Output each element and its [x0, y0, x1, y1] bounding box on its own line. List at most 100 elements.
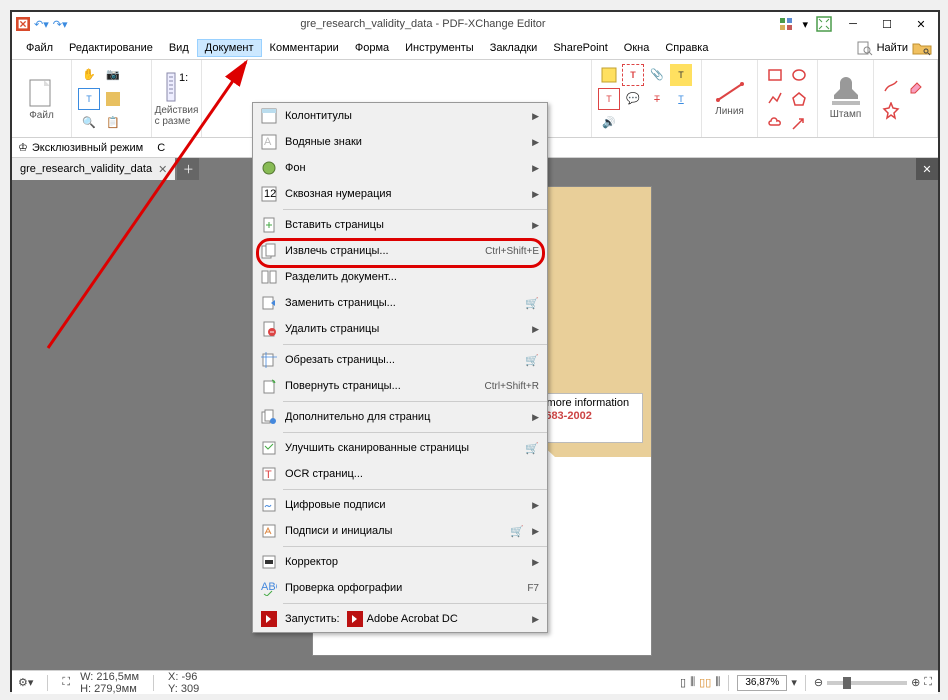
menu-tools[interactable]: Инструменты — [397, 39, 482, 57]
pencil-tool-icon[interactable] — [880, 76, 902, 98]
menu-help[interactable]: Справка — [657, 39, 716, 57]
menu-bookmarks[interactable]: Закладки — [482, 39, 546, 57]
menu-form[interactable]: Форма — [347, 39, 397, 57]
submenu-arrow-icon: ▶ — [532, 557, 539, 568]
menu-windows[interactable]: Окна — [616, 39, 658, 57]
zoom-in-icon[interactable]: ⊕ — [911, 676, 920, 689]
redo-button[interactable]: ↷▾ — [53, 18, 68, 31]
callout-icon[interactable]: 💬 — [622, 88, 644, 110]
menu-item-insert-pages-icon[interactable]: Вставить страницы▶ — [253, 212, 547, 238]
menu-item-replace-pages-icon[interactable]: Заменить страницы...🛒 — [253, 290, 547, 316]
crop-pages-icon — [261, 352, 277, 368]
layout-facing-cont-icon[interactable]: ⫼ — [715, 676, 720, 689]
exclusive-label[interactable]: Эксклюзивный режим — [32, 142, 143, 154]
options-icon[interactable]: ⚙▾ — [18, 676, 33, 689]
textbox-icon[interactable]: T — [598, 88, 620, 110]
window-title: gre_research_validity_data - PDF-XChange… — [68, 18, 779, 30]
menu-item-redact-icon[interactable]: Корректор▶ — [253, 549, 547, 575]
arrow-tool-icon[interactable] — [788, 112, 810, 134]
find-label[interactable]: Найти — [877, 42, 908, 54]
menu-item-signature-icon[interactable]: Цифровые подписи▶ — [253, 492, 547, 518]
menu-item-spell-icon[interactable]: ABCПроверка орфографииF7 — [253, 575, 547, 601]
typewriter-icon[interactable]: T — [622, 64, 644, 86]
close-button[interactable]: ✕ — [908, 14, 934, 34]
underline-icon[interactable]: T — [670, 88, 692, 110]
app-icon — [16, 17, 30, 31]
sticky-note-icon[interactable] — [598, 64, 620, 86]
menu-item-initials-icon[interactable]: Подписи и инициалы🛒▶ — [253, 518, 547, 544]
folder-search-icon[interactable] — [912, 40, 932, 56]
menu-item-background-icon[interactable]: Фон▶ — [253, 155, 547, 181]
stamp-tool-icon[interactable] — [830, 77, 862, 107]
menu-item-crop-pages-icon[interactable]: Обрезать страницы...🛒 — [253, 347, 547, 373]
highlight-text-icon[interactable]: T — [670, 64, 692, 86]
menu-item-more-pages-icon[interactable]: Дополнительно для страниц▶ — [253, 404, 547, 430]
menu-sharepoint[interactable]: SharePoint — [545, 39, 615, 57]
zoom-input[interactable] — [737, 675, 787, 691]
menu-item-split-icon[interactable]: Разделить документ... — [253, 264, 547, 290]
zoom-tool-icon[interactable]: 🔍 — [78, 112, 100, 134]
menu-item-label: Колонтитулы — [285, 110, 524, 122]
status-x: X: -96 — [168, 671, 199, 683]
statusbar: ⚙▾ ⛶ W: 216,5мм H: 279,9мм X: -96 Y: 309… — [12, 670, 938, 694]
menu-item-rotate-pages-icon[interactable]: Повернуть страницы...Ctrl+Shift+R — [253, 373, 547, 399]
maximize-button[interactable]: ☐ — [874, 14, 900, 34]
cart-icon: 🛒 — [525, 297, 539, 310]
menu-item-bates-icon[interactable]: 12Сквозная нумерация▶ — [253, 181, 547, 207]
tb-actions-label: Действия с разме — [155, 105, 199, 127]
oval-tool-icon[interactable] — [788, 64, 810, 86]
hand-tool-icon[interactable]: ✋ — [78, 64, 100, 86]
tabs-close-all[interactable]: ✕ — [916, 158, 938, 180]
menu-comments[interactable]: Комментарии — [262, 39, 347, 57]
fullscreen-icon[interactable] — [816, 16, 832, 32]
menu-item-delete-pages-icon[interactable]: Удалить страницы▶ — [253, 316, 547, 342]
cloud-tool-icon[interactable] — [764, 112, 786, 134]
new-tab-button[interactable]: ＋ — [177, 158, 199, 180]
undo-button[interactable]: ↶▾ — [34, 18, 49, 31]
zoom-slider[interactable] — [827, 681, 907, 685]
polygon-tool-icon[interactable] — [788, 88, 810, 110]
menu-item-enhance-icon[interactable]: Улучшить сканированные страницы🛒 — [253, 435, 547, 461]
tool-icon[interactable] — [102, 88, 124, 110]
menu-document[interactable]: Документ — [197, 39, 262, 57]
ruler-icon[interactable]: 1: — [165, 71, 189, 103]
menu-item-acrobat-icon[interactable]: Запустить: Adobe Acrobat DC▶ — [253, 606, 547, 632]
strike-icon[interactable]: T — [646, 88, 668, 110]
menu-item-ocr-icon[interactable]: TOCR страниц... — [253, 461, 547, 487]
status-width: W: 216,5мм — [80, 671, 139, 683]
layout-single-icon[interactable]: ▯ — [680, 676, 686, 689]
layout-facing-icon[interactable]: ▯▯ — [699, 676, 711, 689]
tb-stamp-label: Штамп — [830, 109, 861, 120]
star-tool-icon[interactable] — [880, 100, 902, 122]
ui-options-icon[interactable] — [778, 16, 794, 32]
menu-item-label: Разделить документ... — [285, 271, 539, 283]
sound-icon[interactable]: 🔊 — [598, 112, 620, 134]
line-tool-icon[interactable] — [714, 80, 746, 104]
menu-item-header-icon[interactable]: Колонтитулы▶ — [253, 103, 547, 129]
menu-view[interactable]: Вид — [161, 39, 197, 57]
layout-continuous-icon[interactable]: ⫼ — [690, 676, 695, 689]
menu-item-watermark-icon[interactable]: AВодяные знаки▶ — [253, 129, 547, 155]
menu-file[interactable]: Файл — [18, 39, 61, 57]
document-tab[interactable]: gre_research_validity_data ✕ — [12, 158, 175, 180]
menu-item-label: OCR страниц... — [285, 468, 539, 480]
tab-close-icon[interactable]: ✕ — [158, 163, 167, 176]
zoom-out-icon[interactable]: ⊖ — [814, 676, 823, 689]
select-text-icon[interactable]: T — [78, 88, 100, 110]
clipboard-icon[interactable]: 📋 — [102, 112, 124, 134]
fit-page-icon[interactable]: ⛶ — [924, 676, 932, 689]
eraser-tool-icon[interactable] — [904, 76, 926, 98]
find-icon[interactable] — [857, 40, 873, 56]
view-mode-label[interactable]: С — [157, 142, 165, 154]
polyline-tool-icon[interactable] — [764, 88, 786, 110]
more-pages-icon — [261, 409, 277, 425]
minimize-button[interactable]: ─ — [840, 14, 866, 34]
menu-edit[interactable]: Редактирование — [61, 39, 161, 57]
rect-tool-icon[interactable] — [764, 64, 786, 86]
attach-icon[interactable]: 📎 — [646, 64, 668, 86]
file-group-icon[interactable] — [26, 76, 58, 108]
snapshot-tool-icon[interactable]: 📷 — [102, 64, 124, 86]
menu-item-extract-pages-icon[interactable]: Извлечь страницы...Ctrl+Shift+E — [253, 238, 547, 264]
zoom-dropdown-icon[interactable]: ▾ — [791, 676, 797, 689]
menubar: Файл Редактирование Вид Документ Коммент… — [12, 36, 938, 60]
